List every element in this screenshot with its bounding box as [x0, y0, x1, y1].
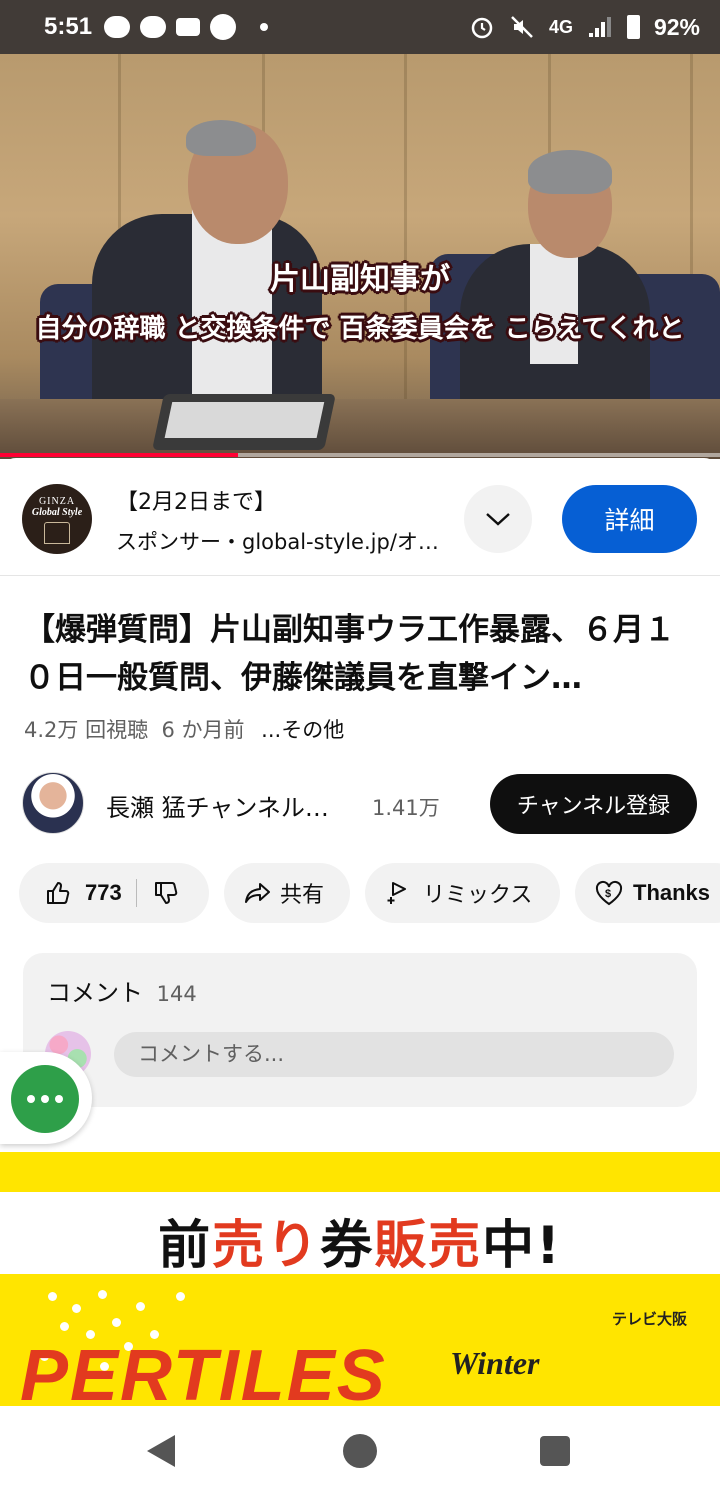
- network-type: 4G: [548, 16, 573, 37]
- recents-icon[interactable]: [540, 1436, 570, 1466]
- status-bar: 5:51 4G 92%: [0, 0, 720, 54]
- advertiser-logo[interactable]: GINZA Global Style: [22, 484, 92, 554]
- view-count: 4.2万 回視聴: [24, 718, 149, 742]
- dot-icon: [27, 1095, 35, 1103]
- signal-icon: [588, 17, 611, 37]
- chevron-down-icon: [486, 513, 510, 526]
- home-icon[interactable]: [343, 1434, 377, 1468]
- banner-winter-text: Winter: [450, 1345, 540, 1381]
- battery-percent: 92%: [653, 13, 700, 40]
- thanks-label: Thanks: [633, 880, 711, 905]
- banner-big-text: PERTILES: [20, 1336, 387, 1416]
- more-link[interactable]: ...その他: [261, 718, 344, 742]
- video-subtitle: 片山副知事が: [270, 262, 450, 297]
- banner-headline: 前売り券販売中!: [158, 1216, 562, 1276]
- video-subtitle: 自分の辞職 と交換条件で 百条委員会を こらえてくれと: [35, 314, 685, 344]
- divider: [135, 879, 137, 907]
- thumbs-down-icon[interactable]: [153, 880, 179, 906]
- heart-dollar-icon: $: [595, 880, 623, 906]
- video-title[interactable]: 【爆弾質問】片山副知事ウラ工作暴露、６月１０日一般質問、伊藤傑議員を直撃イン…: [24, 606, 704, 702]
- thumbs-up-icon[interactable]: [45, 880, 71, 906]
- dot-icon: [260, 23, 269, 31]
- video-meta[interactable]: 4.2万 回視聴 6 か月前 ...その他: [24, 714, 344, 744]
- comments-count: 144: [156, 982, 197, 1006]
- like-count: 773: [85, 880, 122, 905]
- ad-details-button[interactable]: 詳細: [562, 485, 697, 553]
- upload-age: 6 か月前: [161, 718, 245, 742]
- subscribe-button[interactable]: チャンネル登録: [490, 774, 697, 834]
- back-icon[interactable]: [147, 1435, 175, 1467]
- video-progress-fill: [0, 453, 238, 457]
- ad-title[interactable]: 【2月2日まで】: [116, 484, 276, 516]
- au-mail-icon: [176, 18, 201, 36]
- clock: 5:51: [44, 13, 93, 40]
- comments-panel[interactable]: コメント 144 コメントする...: [23, 953, 697, 1107]
- chat-plus-icon: [140, 16, 167, 38]
- video-progress-bar[interactable]: [0, 453, 720, 457]
- like-dislike-chip[interactable]: 773: [19, 863, 209, 923]
- mute-icon: [511, 16, 533, 38]
- dot-icon: [55, 1095, 63, 1103]
- alarm-icon: [471, 17, 493, 39]
- comments-label: コメント: [47, 979, 143, 1007]
- channel-name[interactable]: 長瀬 猛チャンネル…: [106, 788, 346, 823]
- dot-icon: [41, 1095, 49, 1103]
- share-label: 共有: [280, 883, 325, 908]
- video-player[interactable]: 片山副知事が 自分の辞職 と交換条件で 百条委員会を こらえてくれと: [0, 54, 720, 459]
- ad-expand-button[interactable]: [464, 485, 532, 553]
- more-options-fab[interactable]: [11, 1065, 79, 1133]
- subscriber-count: 1.41万: [372, 796, 440, 820]
- chat-plus-icon: [104, 16, 131, 38]
- battery-icon: [626, 15, 640, 39]
- share-button[interactable]: 共有: [224, 863, 350, 923]
- comment-input[interactable]: コメントする...: [114, 1032, 674, 1077]
- ad-sponsor-label[interactable]: スポンサー・global-style.jp/オ…: [116, 526, 446, 556]
- jacket-icon: [44, 522, 70, 544]
- remix-label: リミックス: [423, 883, 533, 908]
- thanks-button[interactable]: $ Thanks: [575, 863, 720, 923]
- tv-osaka-logo: テレビ大阪: [612, 1310, 688, 1328]
- remix-icon: [387, 882, 406, 904]
- svg-text:$: $: [605, 888, 611, 900]
- tablet-device: [152, 394, 336, 450]
- remix-button[interactable]: リミックス: [365, 863, 560, 923]
- zozotown-icon: [210, 14, 237, 40]
- share-icon: [245, 883, 270, 903]
- channel-avatar[interactable]: [22, 772, 84, 834]
